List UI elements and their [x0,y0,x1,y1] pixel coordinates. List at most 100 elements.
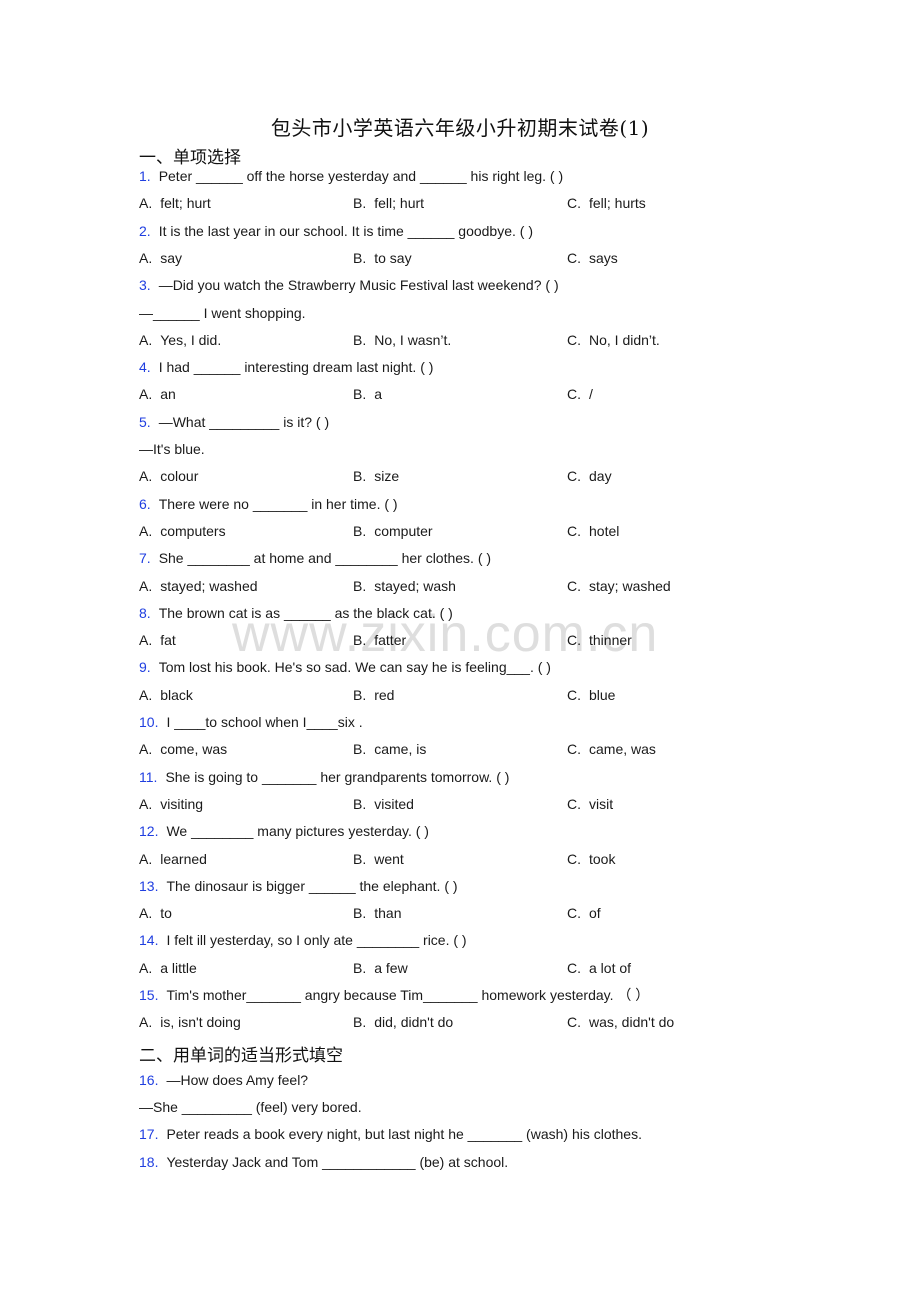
option-letter: C. [567,795,581,812]
option-letter: B. [353,632,367,649]
question-text: The brown cat is as ______ as the black … [158,604,453,621]
option-text: a few [374,959,408,976]
option-letter: A. [139,795,153,812]
option-text: stayed; washed [160,577,258,594]
option-letter: C. [567,331,581,348]
answer-option-c[interactable]: C. was, didn't do [567,1013,674,1031]
question-stem: 7. She ________ at home and ________ her … [139,549,491,567]
option-text: / [589,386,593,403]
answer-option-a[interactable]: A. an [139,385,176,403]
answer-option-c[interactable]: C. says [567,249,618,267]
answer-option-c[interactable]: C. / [567,385,593,403]
option-letter: B. [353,522,367,539]
answer-option-b[interactable]: B. did, didn't do [353,1013,453,1031]
option-letter: A. [139,468,153,485]
answer-option-a[interactable]: A. fat [139,631,176,649]
question-number: 17. [139,1126,159,1143]
option-text: a lot of [589,959,632,976]
option-text: black [160,686,193,703]
option-text: of [589,905,601,922]
answer-option-b[interactable]: B. than [353,904,401,922]
answer-option-b[interactable]: B. fatter [353,631,406,649]
answer-option-c[interactable]: C. came, was [567,740,656,758]
question-stem: 15. Tim's mother_______ angry because Tim… [139,986,649,1004]
answer-option-a[interactable]: A. learned [139,850,207,868]
answer-option-b[interactable]: B. computer [353,522,433,540]
answer-option-c[interactable]: C. hotel [567,522,619,540]
question-number: 16. [139,1071,159,1088]
question-line: —______ I went shopping. [139,304,306,322]
answer-option-a[interactable]: A. colour [139,467,198,485]
option-text: stayed; wash [374,577,456,594]
option-text: Yes, I did. [160,331,222,348]
answer-option-a[interactable]: A. say [139,249,182,267]
option-letter: B. [353,468,367,485]
answer-option-c[interactable]: C. a lot of [567,959,631,977]
question-number: 4. [139,359,151,376]
answer-option-b[interactable]: B. to say [353,249,412,267]
option-text: to say [374,249,412,266]
question-text: I ____to school when I____six . [166,714,363,730]
option-text: was, didn't do [589,1014,675,1031]
answer-option-a[interactable]: A. to [139,904,172,922]
option-text: day [589,468,612,485]
question-number: 14. [139,932,159,949]
answer-option-b[interactable]: B. red [353,686,394,704]
answer-option-b[interactable]: B. a [353,385,382,403]
answer-option-c[interactable]: C. visit [567,795,613,813]
answer-option-b[interactable]: B. visited [353,795,414,813]
question-number: 11. [139,768,158,785]
option-text: fell; hurts [589,195,646,212]
answer-option-b[interactable]: B. size [353,467,399,485]
answer-option-c[interactable]: C. stay; washed [567,577,671,595]
answer-option-a[interactable]: A. felt; hurt [139,194,211,212]
option-text: red [374,686,395,703]
answer-option-c[interactable]: C. No, I didn’t. [567,331,660,349]
question-text: —______ I went shopping. [139,304,306,321]
answer-option-c[interactable]: C. of [567,904,601,922]
answer-option-b[interactable]: B. went [353,850,404,868]
question-stem: 5. —What _________ is it? ( ) [139,413,329,431]
option-text: No, I didn’t. [589,331,660,348]
answer-option-b[interactable]: B. fell; hurt [353,194,424,212]
answer-option-a[interactable]: A. black [139,686,193,704]
option-text: fell; hurt [374,195,425,212]
answer-option-c[interactable]: C. blue [567,686,615,704]
option-letter: B. [353,686,367,703]
option-letter: C. [567,686,581,703]
option-text: computers [160,522,226,539]
answer-option-c[interactable]: C. fell; hurts [567,194,646,212]
answer-option-c[interactable]: C. thinner [567,631,632,649]
question-stem: 17. Peter reads a book every night, but l… [139,1125,642,1143]
option-letter: A. [139,1014,153,1031]
question-stem: 4. I had ______ interesting dream last ni… [139,358,433,376]
answer-option-c[interactable]: C. day [567,467,612,485]
answer-option-a[interactable]: A. a little [139,959,197,977]
option-letter: A. [139,577,153,594]
option-letter: A. [139,686,153,703]
question-text: There were no _______ in her time. ( ) [158,495,398,512]
option-text: went [374,850,404,867]
question-text: The dinosaur is bigger ______ the elepha… [166,877,458,894]
answer-option-a[interactable]: A. computers [139,522,226,540]
option-text: felt; hurt [160,195,211,212]
question-text: —How does Amy feel? [166,1071,309,1088]
option-letter: A. [139,249,153,266]
option-letter: A. [139,959,153,976]
option-letter: C. [567,1014,581,1031]
option-letter: B. [353,331,367,348]
answer-option-a[interactable]: A. is, isn't doing [139,1013,241,1031]
answer-option-a[interactable]: A. Yes, I did. [139,331,221,349]
answer-option-b[interactable]: B. No, I wasn’t. [353,331,451,349]
answer-option-c[interactable]: C. took [567,850,615,868]
option-text: visit [589,795,614,812]
question-number: 15. [139,987,159,1003]
answer-option-a[interactable]: A. stayed; washed [139,577,258,595]
answer-option-a[interactable]: A. come, was [139,740,227,758]
answer-option-b[interactable]: B. stayed; wash [353,577,456,595]
option-text: took [589,850,616,867]
answer-option-b[interactable]: B. a few [353,959,408,977]
option-text: hotel [589,522,620,539]
answer-option-a[interactable]: A. visiting [139,795,203,813]
answer-option-b[interactable]: B. came, is [353,740,426,758]
